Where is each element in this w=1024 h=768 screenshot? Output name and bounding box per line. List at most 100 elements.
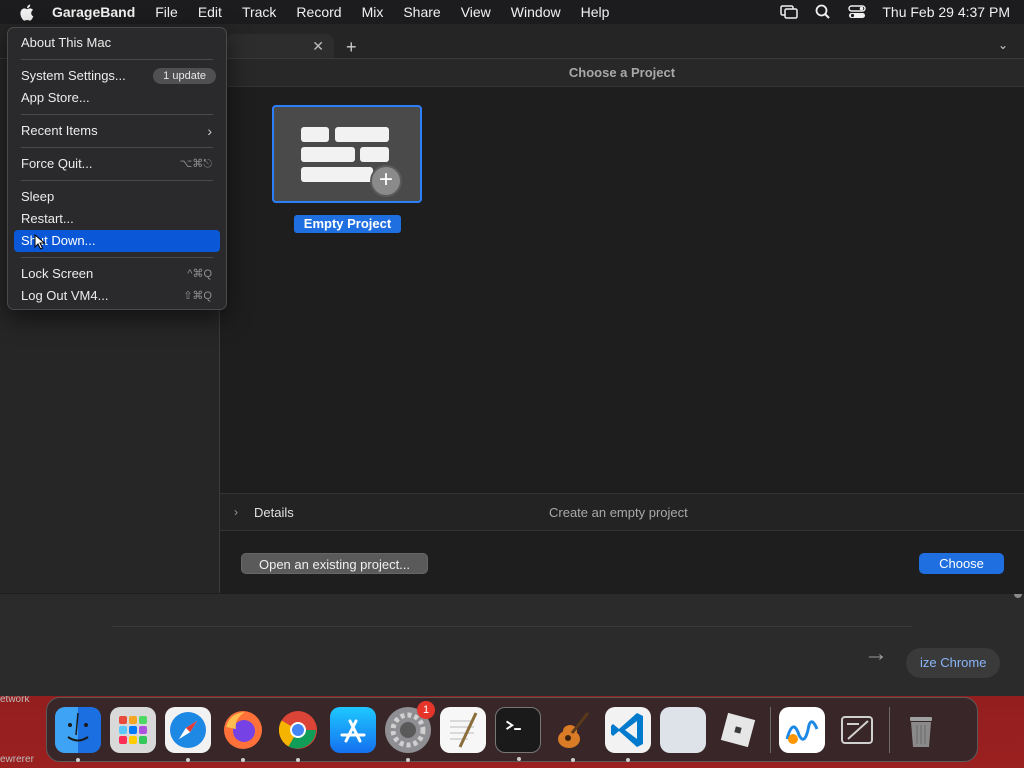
mouse-cursor-icon: [34, 234, 46, 250]
menu-shortcut: ^⌘Q: [187, 268, 212, 280]
notification-badge: 1: [417, 700, 435, 719]
status-area: Thu Feb 29 4:37 PM: [780, 0, 1010, 24]
menu-shortcut: ⇧⌘Q: [183, 290, 212, 302]
customize-chrome-button[interactable]: ize Chrome: [906, 648, 1001, 678]
details-toggle[interactable]: Details: [254, 505, 294, 520]
trash-icon[interactable]: [898, 707, 944, 753]
menu-item-force-quit[interactable]: Force Quit... ⌥⌘⎋: [14, 153, 220, 175]
menu-item-recent-items[interactable]: Recent Items ›: [14, 120, 220, 142]
dock-separator: [770, 706, 771, 753]
menu-bar: GarageBand File Edit Track Record Mix Sh…: [0, 0, 1024, 24]
menu-view[interactable]: View: [451, 0, 501, 24]
menu-item-log-out[interactable]: Log Out VM4... ⇧⌘Q: [14, 285, 220, 307]
menu-item-about-this-mac[interactable]: About This Mac: [14, 32, 220, 54]
running-indicator: [186, 757, 190, 762]
template-label[interactable]: Empty Project: [294, 215, 401, 233]
vscode-icon[interactable]: [605, 706, 651, 762]
firefox-icon[interactable]: [220, 707, 266, 762]
desktop-file-label[interactable]: ewrerer: [0, 754, 34, 765]
menu-edit[interactable]: Edit: [188, 0, 232, 24]
apple-menu: About This Mac System Settings... 1 upda…: [7, 27, 227, 310]
running-indicator: [296, 757, 300, 762]
new-tab-icon[interactable]: +: [346, 37, 357, 58]
running-indicator: [76, 757, 80, 762]
dock-separator: [889, 706, 890, 753]
template-block: [301, 167, 373, 182]
browser-tab[interactable]: ✕: [226, 34, 334, 60]
update-badge: 1 update: [153, 68, 216, 84]
template-block: [301, 127, 329, 142]
divider: [112, 626, 912, 627]
menu-app-garageband[interactable]: GarageBand: [38, 0, 145, 24]
menu-separator: [21, 114, 213, 115]
chevron-right-icon: ›: [207, 123, 212, 139]
running-indicator: [517, 756, 521, 761]
plus-icon: +: [370, 165, 402, 197]
menu-item-label: Recent Items: [21, 123, 98, 138]
details-bar: › Details Create an empty project: [220, 493, 1024, 531]
menu-item-label: App Store...: [21, 90, 90, 105]
running-indicator: [406, 757, 410, 762]
dock: 1: [46, 697, 978, 762]
browser-new-tab-page: → ize Chrome: [0, 592, 1024, 696]
menu-shortcut: ⌥⌘⎋: [179, 158, 212, 170]
menu-item-label: Lock Screen: [21, 266, 94, 281]
template-block: [335, 127, 389, 142]
details-description: Create an empty project: [549, 505, 688, 520]
terminal-icon[interactable]: [495, 706, 541, 761]
empty-project-template[interactable]: +: [272, 105, 422, 203]
garageband-icon[interactable]: [550, 707, 596, 762]
menu-mix[interactable]: Mix: [352, 0, 394, 24]
menu-item-lock-screen[interactable]: Lock Screen ^⌘Q: [14, 263, 220, 285]
menu-record[interactable]: Record: [286, 0, 351, 24]
open-existing-project-button[interactable]: Open an existing project...: [241, 553, 428, 574]
menu-item-sleep[interactable]: Sleep: [14, 186, 220, 208]
arrow-right-icon[interactable]: →: [864, 640, 888, 668]
menu-item-label: Shut Down...: [21, 233, 96, 248]
roblox-icon[interactable]: [715, 707, 761, 753]
preview-app-icon[interactable]: [660, 706, 706, 753]
freeform-icon[interactable]: [779, 706, 825, 753]
control-center-icon[interactable]: [848, 4, 867, 20]
menu-separator: [21, 147, 213, 148]
menu-item-app-store[interactable]: App Store...: [14, 87, 220, 109]
safari-icon[interactable]: [165, 706, 211, 762]
screen-mirroring-icon[interactable]: [780, 4, 799, 20]
chevron-right-icon[interactable]: ›: [234, 505, 238, 519]
launchpad-icon[interactable]: [110, 706, 156, 753]
app-store-icon[interactable]: [330, 706, 376, 753]
menu-item-restart[interactable]: Restart...: [14, 208, 220, 230]
choose-button[interactable]: Choose: [919, 553, 1004, 574]
menu-item-label: Restart...: [21, 211, 74, 226]
running-indicator: [571, 757, 575, 762]
running-indicator: [241, 757, 245, 762]
chooser-title: Choose a Project: [220, 59, 1024, 87]
textedit-icon[interactable]: [440, 706, 486, 753]
menu-window[interactable]: Window: [501, 0, 571, 24]
menu-item-label: Force Quit...: [21, 156, 93, 171]
menu-bar-clock[interactable]: Thu Feb 29 4:37 PM: [882, 4, 1010, 20]
template-block: [301, 147, 355, 162]
menu-separator: [21, 257, 213, 258]
menu-share[interactable]: Share: [393, 0, 450, 24]
menu-separator: [21, 59, 213, 60]
menu-item-system-settings[interactable]: System Settings... 1 update: [14, 65, 220, 87]
menu-file[interactable]: File: [145, 0, 188, 24]
running-indicator: [626, 757, 630, 762]
menu-help[interactable]: Help: [571, 0, 620, 24]
close-tab-icon[interactable]: ✕: [312, 38, 324, 55]
menu-item-label: About This Mac: [21, 35, 112, 50]
apple-logo-icon[interactable]: [14, 0, 38, 24]
chevron-down-icon[interactable]: ⌄: [998, 38, 1008, 52]
menu-separator: [21, 180, 213, 181]
menu-item-label: Log Out VM4...: [21, 288, 109, 303]
finder-icon[interactable]: [55, 706, 101, 762]
template-block: [360, 147, 389, 162]
menu-track[interactable]: Track: [232, 0, 286, 24]
system-settings-icon[interactable]: 1: [385, 700, 435, 762]
menu-item-label: Sleep: [21, 189, 55, 204]
search-icon[interactable]: [814, 4, 832, 20]
chrome-icon[interactable]: [275, 707, 321, 762]
script-editor-icon[interactable]: [834, 707, 880, 753]
menu-item-label: System Settings...: [21, 68, 126, 83]
